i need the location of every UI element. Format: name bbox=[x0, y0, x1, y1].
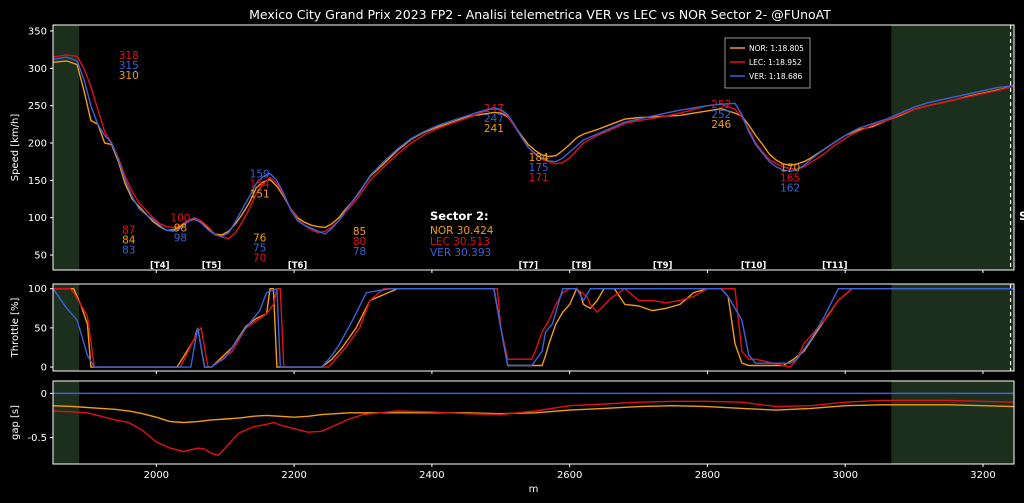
speed-annotation: 241 bbox=[484, 123, 504, 135]
y-tick-label: 0 bbox=[41, 363, 47, 374]
y-axis-label: Throttle [%] bbox=[10, 298, 21, 359]
speed-line-lec bbox=[53, 54, 1014, 240]
throttle-panel: 0 50 100 Throttle [%] bbox=[10, 283, 1015, 374]
x-tick-label: 2600 bbox=[557, 470, 582, 481]
gap-line-lec bbox=[53, 399, 1014, 456]
x-axis-label: m bbox=[529, 484, 539, 495]
speed-annotation: 151 bbox=[250, 189, 270, 201]
speed-annotation: 246 bbox=[711, 119, 731, 131]
x-tick-label: 2400 bbox=[419, 470, 444, 481]
y-tick-label: -0.5 bbox=[27, 433, 47, 444]
gap-panel: -0.5 0 gap [s] 2000 2200 2400 2600 2800 3000 3200… bbox=[10, 380, 1015, 495]
edge-label: S bbox=[1019, 209, 1024, 223]
y-tick-label: 350 bbox=[28, 26, 47, 37]
speed-annotation: 78 bbox=[353, 246, 366, 258]
turn-label: [T11] bbox=[822, 261, 848, 271]
shaded-region bbox=[891, 25, 1014, 270]
x-tick-label: 3200 bbox=[970, 470, 995, 481]
x-tick-label: 2800 bbox=[695, 470, 720, 481]
speed-annotation: 162 bbox=[780, 182, 800, 194]
speed-panel: 50 100 150 200 250 300 350 Speed [km/h] NOR: 1:1… bbox=[10, 24, 1024, 273]
y-tick-label: 300 bbox=[28, 64, 47, 75]
turn-label: [T5] bbox=[202, 261, 222, 271]
legend-entry: LEC: 1:18.952 bbox=[749, 58, 802, 67]
speed-annotation: 310 bbox=[119, 70, 139, 82]
speed-line-nor bbox=[53, 60, 1014, 236]
telemetry-figure: Mexico City Grand Prix 2023 FP2 - Analis… bbox=[10, 7, 1024, 495]
x-tick-label: 2200 bbox=[281, 470, 306, 481]
turn-label: [T9] bbox=[653, 261, 673, 271]
figure-title: Mexico City Grand Prix 2023 FP2 - Analis… bbox=[249, 7, 831, 22]
x-tick-label: 3000 bbox=[832, 470, 857, 481]
turn-label: [T10] bbox=[741, 261, 767, 271]
y-tick-label: 50 bbox=[34, 323, 47, 334]
speed-annotation: 171 bbox=[529, 172, 549, 184]
y-tick-label: 250 bbox=[28, 101, 47, 112]
speed-annotation: 83 bbox=[122, 244, 135, 256]
legend: NOR: 1:18.805 LEC: 1:18.952 VER: 1:18.686 bbox=[724, 37, 811, 89]
y-tick-label: 100 bbox=[28, 284, 47, 295]
gap-line-nor bbox=[53, 404, 1014, 424]
shaded-region bbox=[891, 284, 1014, 371]
legend-entry: VER: 1:18.686 bbox=[749, 72, 803, 81]
legend-entry: NOR: 1:18.805 bbox=[749, 44, 804, 53]
speed-annotation: 98 bbox=[174, 233, 187, 245]
sector-time: VER 30.393 bbox=[430, 247, 491, 259]
throttle-axes-frame bbox=[52, 283, 1015, 372]
y-tick-label: 150 bbox=[28, 176, 47, 187]
x-tick-label: 2000 bbox=[144, 470, 169, 481]
speed-axes-frame bbox=[52, 24, 1015, 271]
y-tick-label: 50 bbox=[34, 251, 47, 262]
turn-label: [T4] bbox=[150, 261, 170, 271]
y-axis-label: Speed [km/h] bbox=[10, 114, 21, 182]
speed-annotation: 70 bbox=[253, 253, 266, 265]
speed-line-ver bbox=[53, 56, 1014, 238]
shaded-region bbox=[53, 284, 80, 371]
turn-label: [T8] bbox=[572, 261, 592, 271]
turn-label: [T7] bbox=[519, 261, 539, 271]
y-axis-label: gap [s] bbox=[10, 405, 21, 440]
y-tick-label: 0 bbox=[41, 389, 47, 400]
turn-label: [T6] bbox=[288, 261, 308, 271]
y-tick-label: 200 bbox=[28, 139, 47, 150]
sector-heading: Sector 2: bbox=[430, 209, 489, 223]
y-tick-label: 100 bbox=[28, 213, 47, 224]
